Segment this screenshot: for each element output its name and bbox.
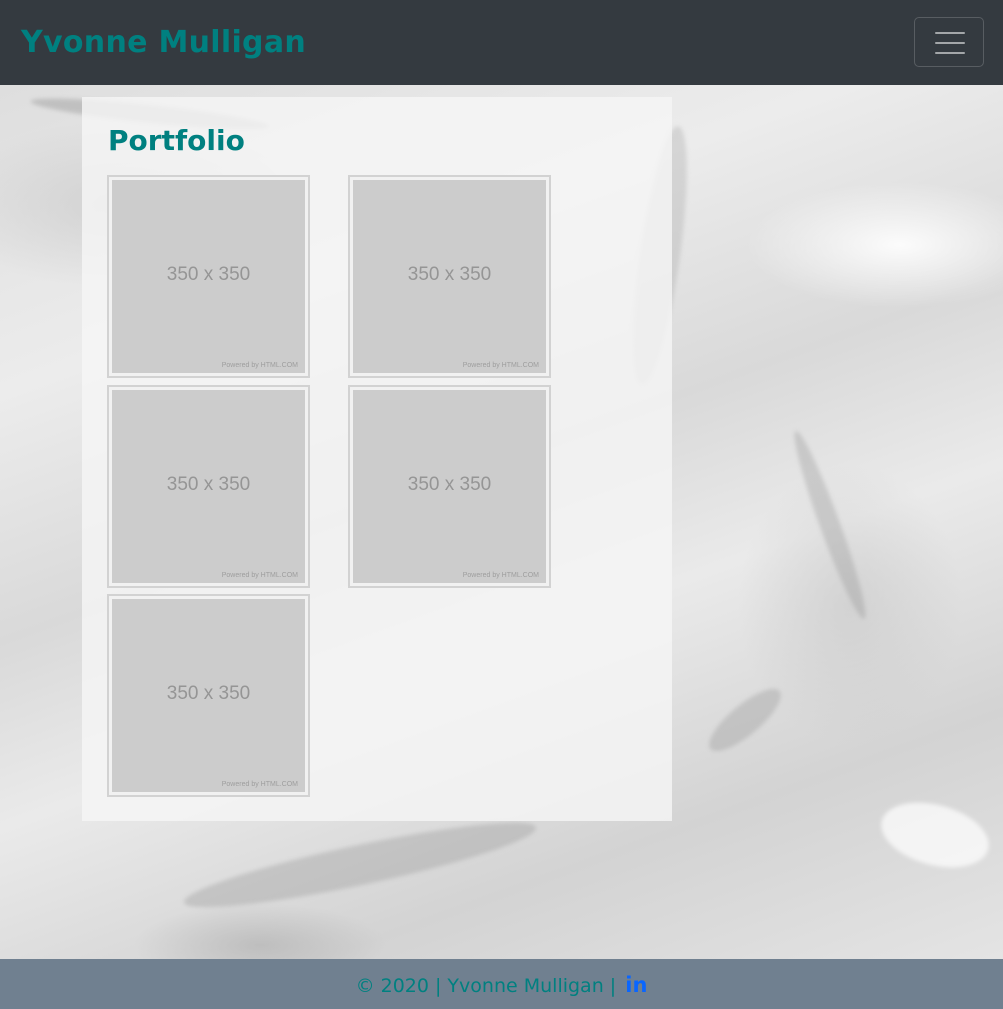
navbar-toggler-button[interactable]: [914, 17, 984, 67]
placeholder-image: 350 x 350 Powered by HTML.COM: [112, 390, 305, 583]
powered-by-label: Powered by HTML.COM: [221, 781, 298, 788]
navbar: Yvonne Mulligan: [0, 0, 1003, 85]
portfolio-card: Portfolio 350 x 350 Powered by HTML.COM …: [82, 97, 672, 821]
image-size-label: 350 x 350: [407, 264, 492, 285]
brand-link[interactable]: Yvonne Mulligan: [21, 21, 306, 65]
powered-by-label: Powered by HTML.COM: [221, 362, 298, 369]
image-size-label: 350 x 350: [166, 683, 251, 704]
portfolio-thumbnail[interactable]: 350 x 350 Powered by HTML.COM: [348, 175, 551, 378]
portfolio-thumbnail[interactable]: 350 x 350 Powered by HTML.COM: [107, 594, 310, 797]
footer-copyright: © 2020 | Yvonne Mulligan |: [355, 975, 617, 997]
footer: © 2020 | Yvonne Mulligan | in: [0, 959, 1003, 1009]
placeholder-image: 350 x 350 Powered by HTML.COM: [112, 599, 305, 792]
powered-by-label: Powered by HTML.COM: [221, 572, 298, 579]
placeholder-image: 350 x 350 Powered by HTML.COM: [353, 180, 546, 373]
portfolio-thumbnail[interactable]: 350 x 350 Powered by HTML.COM: [348, 385, 551, 588]
placeholder-image: 350 x 350 Powered by HTML.COM: [112, 180, 305, 373]
portfolio-thumbnail[interactable]: 350 x 350 Powered by HTML.COM: [107, 385, 310, 588]
image-size-label: 350 x 350: [166, 474, 251, 495]
image-size-label: 350 x 350: [166, 264, 251, 285]
placeholder-image: 350 x 350 Powered by HTML.COM: [353, 390, 546, 583]
powered-by-label: Powered by HTML.COM: [462, 572, 539, 579]
linkedin-icon[interactable]: in: [625, 973, 647, 997]
portfolio-thumbnail[interactable]: 350 x 350 Powered by HTML.COM: [107, 175, 310, 378]
page-title: Portfolio: [108, 124, 245, 157]
image-size-label: 350 x 350: [407, 474, 492, 495]
powered-by-label: Powered by HTML.COM: [462, 362, 539, 369]
